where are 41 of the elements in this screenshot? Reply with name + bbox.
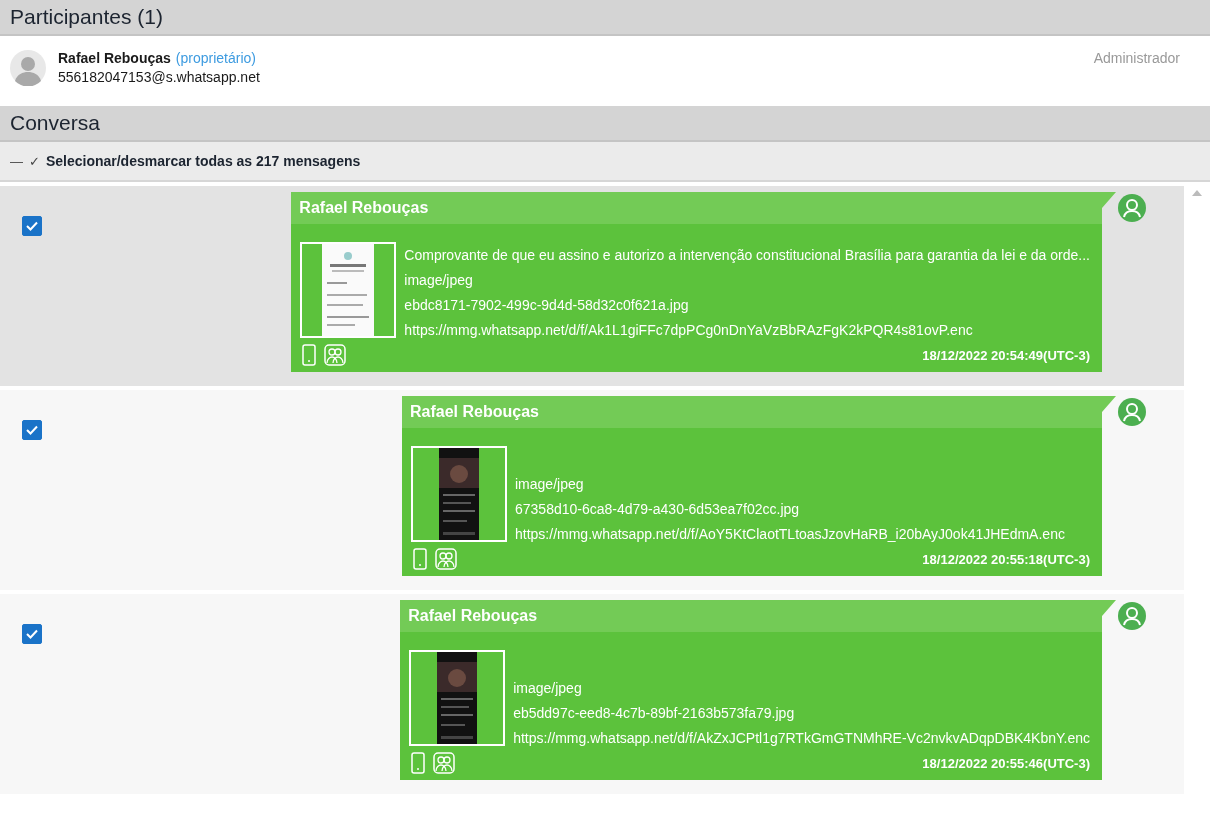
bubble-tail: [1102, 600, 1116, 616]
group-icon: [324, 344, 347, 366]
check-icon: ✓: [29, 153, 40, 169]
participant-role: Administrador: [1093, 50, 1180, 66]
checkmark-icon: [26, 221, 38, 231]
media-url: https://mmg.whatsapp.net/d/f/Ak1L1giFFc7dpPCg0nDnYaVzBbRAzFgK2kPQR4s81ovP.enc: [404, 322, 974, 338]
media-url: https://mmg.whatsapp.net/d/f/AkZxJCPtl1g7RTkGmGTNMhRE-Vc2nvkvADqpDBK4KbnY.enc: [513, 730, 1090, 746]
checkbox[interactable]: [22, 624, 42, 644]
media-url: https://mmg.whatsapp.net/d/f/AoY5KtClaotTLtoasJzovHaRB_i20bAyJ0ok41JHEdmA.enc: [515, 526, 1065, 542]
participant-name: Rafael Rebouças: [58, 50, 171, 66]
user-icon: [1118, 602, 1146, 630]
file-name: eb5dd97c-eed8-4c7b-89bf-2163b573fa79.jpg: [513, 705, 796, 721]
bubble-tail: [1102, 192, 1116, 208]
file-name: ebdc8171-7902-499c-9d4d-58d32c0f621a.jpg: [404, 297, 690, 313]
user-icon: [1118, 194, 1146, 222]
checkbox[interactable]: [22, 216, 42, 236]
message-timestamp: 18/12/2022 20:54:49(UTC-3): [922, 347, 1090, 363]
owner-label: (proprietário): [175, 50, 256, 66]
file-name: 67358d10-6ca8-4d79-a430-6d53ea7f02cc.jpg: [515, 501, 801, 517]
section-title: Conversa: [0, 106, 1210, 142]
phone-icon: [409, 752, 428, 774]
checkmark-icon: [26, 425, 38, 435]
mime-type: image/jpeg: [513, 680, 583, 696]
user-icon: [1118, 398, 1146, 426]
message-timestamp: 18/12/2022 20:55:18(UTC-3): [922, 551, 1090, 567]
participant-id: 556182047153@s.whatsapp.net: [58, 69, 261, 85]
select-all-toggle[interactable]: Selecionar/desmarcar todas as 217 mensagens: [45, 153, 361, 169]
message-timestamp: 18/12/2022 20:55:46(UTC-3): [922, 755, 1090, 771]
message-caption: Comprovante de que eu assino e autorizo a intervenção constitucional Brasília para garantia da lei e da orde...: [404, 247, 1090, 263]
checkbox[interactable]: [22, 420, 42, 440]
section-title: Participantes (1): [0, 0, 1210, 36]
phone-icon: [411, 548, 429, 570]
mime-type: image/jpeg: [515, 476, 585, 492]
collapse-icon[interactable]: —: [10, 153, 23, 169]
group-icon: [433, 752, 456, 774]
mime-type: image/jpeg: [404, 272, 474, 288]
checkmark-icon: [26, 629, 38, 639]
phone-icon: [300, 344, 319, 366]
bubble-tail: [1102, 396, 1116, 412]
avatar: [10, 50, 46, 86]
group-icon: [435, 548, 457, 570]
